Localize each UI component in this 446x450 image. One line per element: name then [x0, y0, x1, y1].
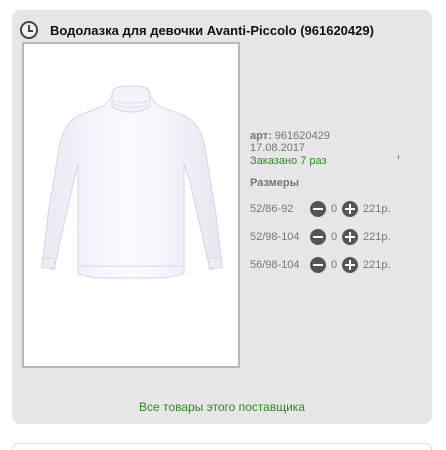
minus-button[interactable] — [310, 201, 326, 217]
size-row: 56/98-104 0 221р. — [250, 257, 420, 273]
product-image[interactable] — [22, 42, 240, 368]
size-row: 52/98-104 0 221р. — [250, 229, 420, 245]
product-card: Водолазка для девочки Avanti-Piccolo (96… — [12, 10, 432, 424]
supplier-products-link[interactable]: Все товары этого поставщика — [12, 400, 432, 414]
size-label: 56/98-104 — [250, 259, 300, 271]
size-price: 221р. — [363, 203, 391, 215]
clock-icon — [20, 21, 38, 39]
product-title: Водолазка для девочки Avanti-Piccolo (96… — [50, 22, 374, 38]
article-label: арт: — [250, 130, 272, 142]
size-row: 52/86-92 0 221р. — [250, 201, 420, 217]
product-header: Водолазка для девочки Avanti-Piccolo (96… — [20, 18, 374, 42]
quantity-value: 0 — [330, 203, 338, 215]
minus-button[interactable] — [310, 257, 326, 273]
minus-button[interactable] — [310, 229, 326, 245]
plus-button[interactable] — [342, 257, 358, 273]
turtleneck-image — [41, 85, 223, 279]
quantity-value: 0 — [330, 259, 338, 271]
article-line: арт: 961620429 — [250, 130, 420, 142]
size-price: 221р. — [363, 259, 391, 271]
size-label: 52/98-104 — [250, 231, 300, 243]
size-label: 52/86-92 — [250, 203, 294, 215]
sizes-header: Размеры — [250, 177, 300, 189]
article-value: 961620429 — [274, 130, 330, 142]
divider-tick — [398, 155, 399, 159]
next-card-edge — [12, 443, 432, 450]
ordered-count: Заказано 7 раз — [250, 155, 327, 167]
size-price: 221р. — [363, 231, 391, 243]
product-info: арт: 961620429 17.08.2017 Заказано 7 раз… — [250, 130, 420, 273]
product-date: 17.08.2017 — [250, 142, 306, 154]
plus-button[interactable] — [342, 201, 358, 217]
quantity-value: 0 — [330, 231, 338, 243]
plus-button[interactable] — [342, 229, 358, 245]
